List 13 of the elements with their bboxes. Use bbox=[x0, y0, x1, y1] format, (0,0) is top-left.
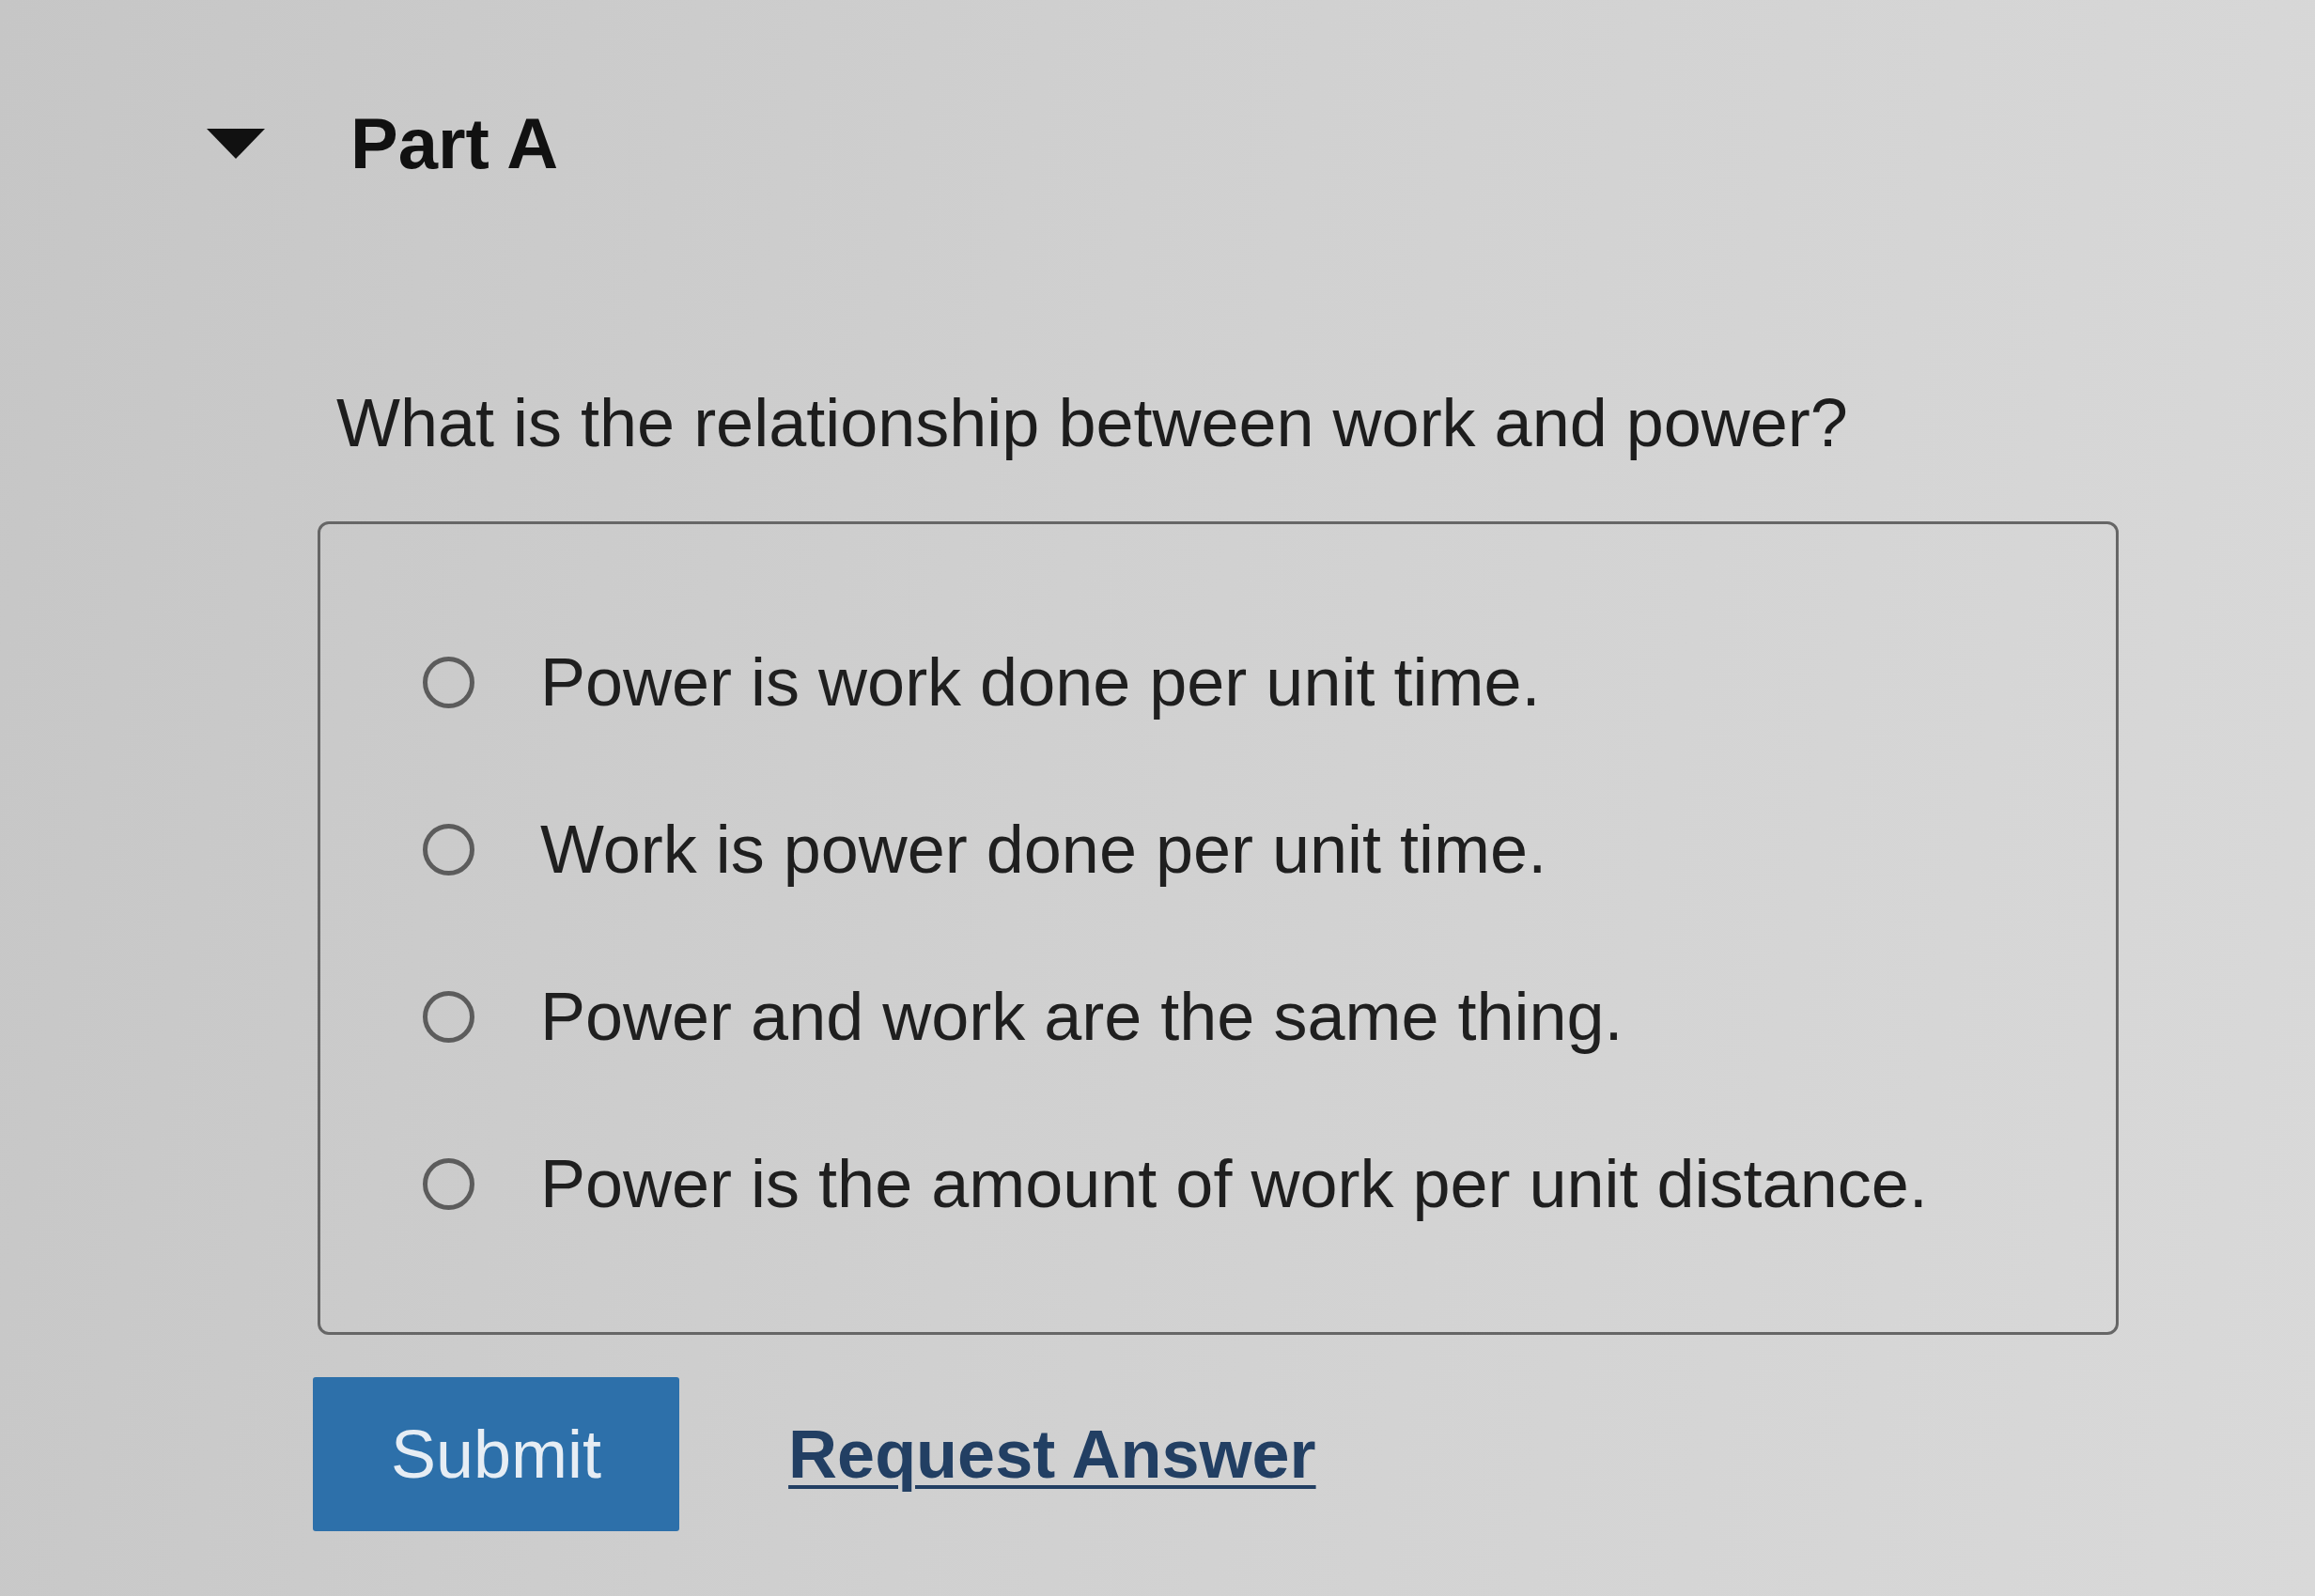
question-text: What is the relationship between work and power? bbox=[336, 384, 1848, 462]
request-answer-link[interactable]: Request Answer bbox=[788, 1416, 1316, 1494]
section-title: Part A bbox=[350, 108, 559, 179]
radio-button[interactable] bbox=[423, 1157, 474, 1210]
option-label: Work is power done per unit time. bbox=[540, 811, 1547, 890]
radio-button[interactable] bbox=[423, 990, 474, 1043]
option-label: Power is work done per unit time. bbox=[540, 643, 1541, 722]
collapse-triangle-icon[interactable] bbox=[207, 129, 265, 159]
radio-button[interactable] bbox=[423, 823, 474, 875]
option-label: Power is the amount of work per unit distance. bbox=[540, 1145, 1928, 1224]
radio-button[interactable] bbox=[423, 656, 474, 708]
option-label: Power and work are the same thing. bbox=[540, 978, 1624, 1057]
submit-button[interactable]: Submit bbox=[313, 1377, 680, 1532]
